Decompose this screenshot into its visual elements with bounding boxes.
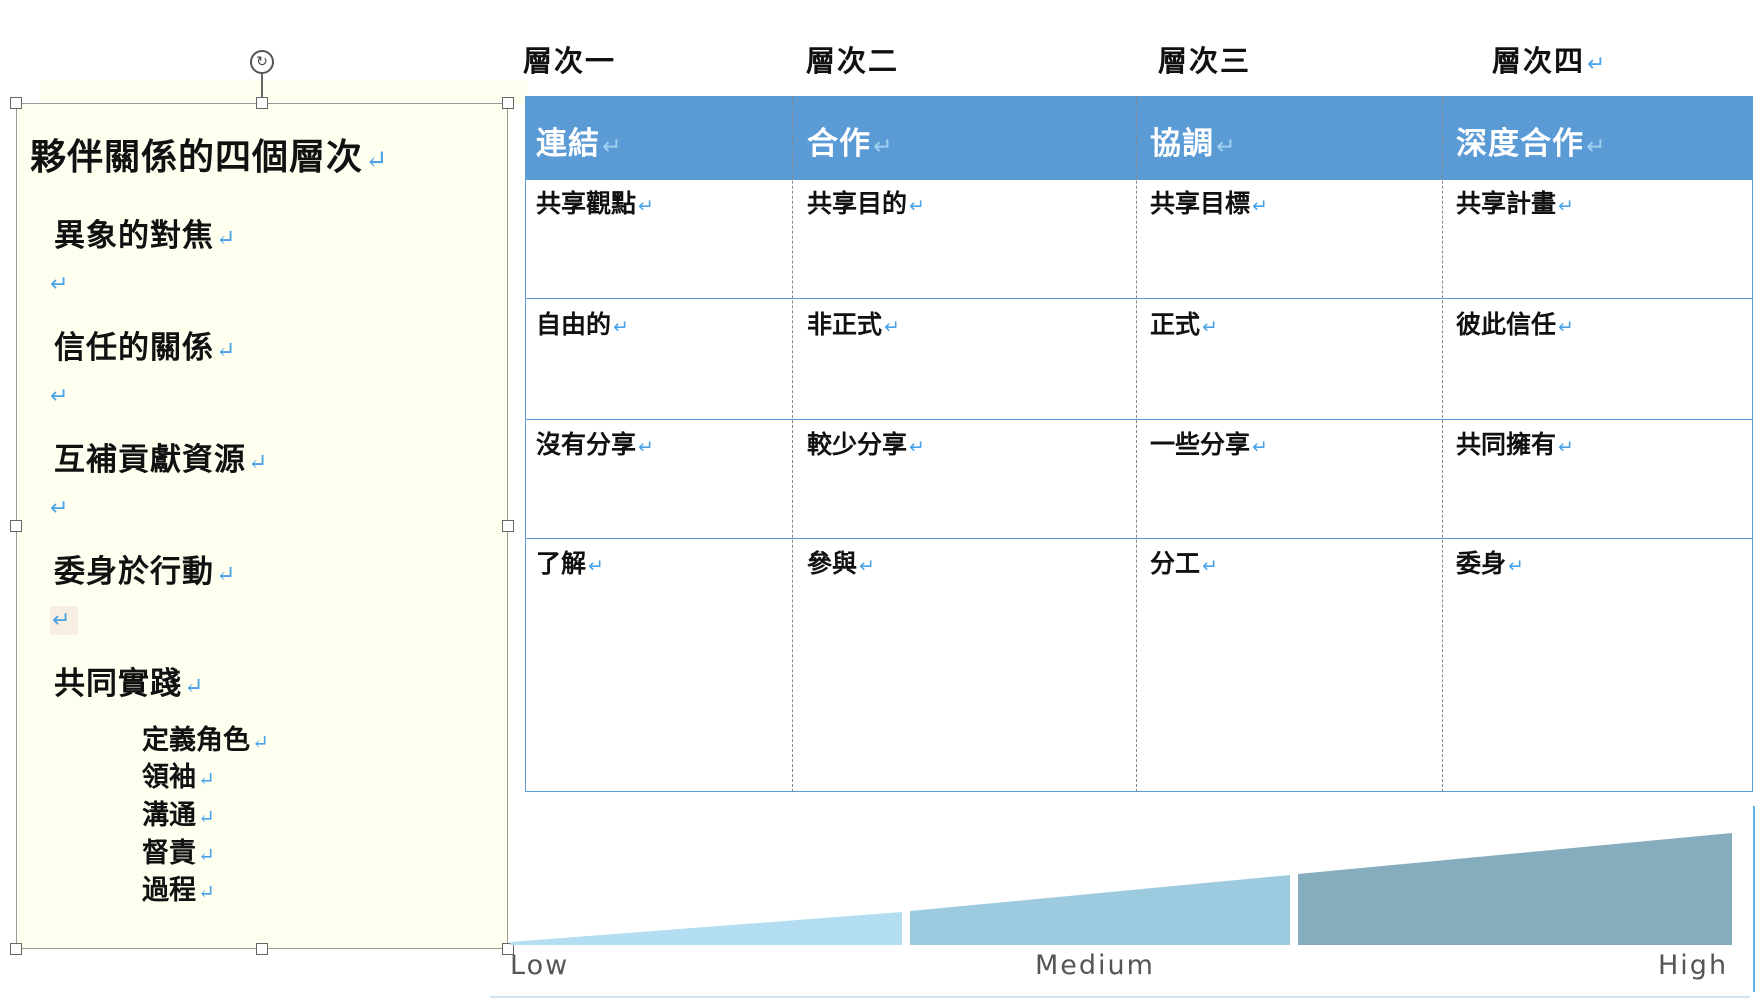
empty-paragraph-mark: ↵: [50, 496, 69, 521]
scale-label-low: Low: [510, 950, 570, 981]
column-divider: [1136, 96, 1137, 792]
panel-sub-item: 定義角色↵: [142, 725, 269, 756]
table-cell[interactable]: 較少分享 ↵: [807, 425, 925, 461]
row-divider: [525, 538, 1753, 539]
scale-baseline: [490, 996, 1750, 998]
table-cell[interactable]: 彼此信任 ↵: [1456, 305, 1574, 341]
level-header-3: 層次三: [1158, 44, 1252, 78]
wedge-segment-low: [510, 912, 902, 945]
scale-right-edge: [1753, 806, 1755, 992]
table-header-cell[interactable]: 合作↵: [807, 118, 893, 163]
table-cell[interactable]: 沒有分享 ↵: [536, 425, 654, 461]
table-cell[interactable]: 共享觀點 ↵: [536, 184, 654, 220]
panel-sub-item: 過程↵: [142, 875, 215, 906]
table-cell[interactable]: 分工 ↵: [1150, 544, 1218, 580]
table-cell[interactable]: 共享目標 ↵: [1150, 184, 1268, 220]
table-cell[interactable]: 參與 ↵: [807, 544, 875, 580]
panel-sub-item: 督責↵: [142, 838, 215, 869]
resize-handle-top-center[interactable]: [256, 97, 268, 109]
table-cell[interactable]: 共享目的 ↵: [807, 184, 925, 220]
empty-paragraph-mark: ↵: [50, 384, 69, 409]
panel-item: 委身於行動↵: [54, 554, 237, 590]
wedge-segment-medium: [910, 875, 1290, 945]
table-cell[interactable]: 委身 ↵: [1456, 544, 1524, 580]
panel-item: 信任的關係↵: [54, 330, 237, 366]
level-header-1: 層次一: [523, 44, 617, 78]
resize-handle-middle-left[interactable]: [10, 520, 22, 532]
level-header-2: 層次二: [806, 44, 900, 78]
empty-paragraph-mark: ↵: [50, 606, 79, 635]
wedge-segment-high: [1298, 833, 1732, 945]
rotate-handle-icon[interactable]: ↻: [250, 50, 274, 74]
level-header-4: 層次四↵: [1492, 44, 1608, 78]
resize-handle-top-left[interactable]: [10, 97, 22, 109]
scale-label-medium: Medium: [1035, 950, 1155, 981]
table-header-cell[interactable]: 深度合作↵: [1456, 118, 1606, 163]
resize-handle-bottom-center[interactable]: [256, 943, 268, 955]
scale-label-high: High: [1658, 950, 1729, 981]
panel-sub-item: 領袖↵: [142, 762, 215, 793]
table-header-cell[interactable]: 協調↵: [1150, 118, 1236, 163]
table-cell[interactable]: 非正式 ↵: [807, 305, 900, 341]
resize-handle-middle-right[interactable]: [502, 520, 514, 532]
empty-paragraph-mark: ↵: [50, 272, 69, 297]
table-cell[interactable]: 一些分享 ↵: [1150, 425, 1268, 461]
resize-handle-top-right[interactable]: [502, 97, 514, 109]
panel-item: 共同實踐↵: [54, 666, 205, 702]
table-cell[interactable]: 共同擁有 ↵: [1456, 425, 1574, 461]
resize-handle-bottom-left[interactable]: [10, 943, 22, 955]
row-divider: [525, 419, 1753, 420]
panel-item: 異象的對焦↵: [54, 218, 237, 254]
intensity-wedge: [510, 833, 1732, 945]
panel-title: 夥伴關係的四個層次↵: [30, 136, 389, 178]
table-header-cell[interactable]: 連結↵: [536, 118, 622, 163]
column-divider: [1442, 96, 1443, 792]
table-cell[interactable]: 了解 ↵: [536, 544, 604, 580]
panel-item: 互補貢獻資源↵: [54, 442, 269, 478]
table-cell[interactable]: 正式 ↵: [1150, 305, 1218, 341]
panel-sub-item: 溝通↵: [142, 800, 215, 831]
text-box-background-tail: [40, 80, 528, 104]
row-divider: [525, 298, 1753, 299]
table-cell[interactable]: 自由的 ↵: [536, 305, 629, 341]
column-divider: [792, 96, 793, 792]
table-cell[interactable]: 共享計畫 ↵: [1456, 184, 1574, 220]
